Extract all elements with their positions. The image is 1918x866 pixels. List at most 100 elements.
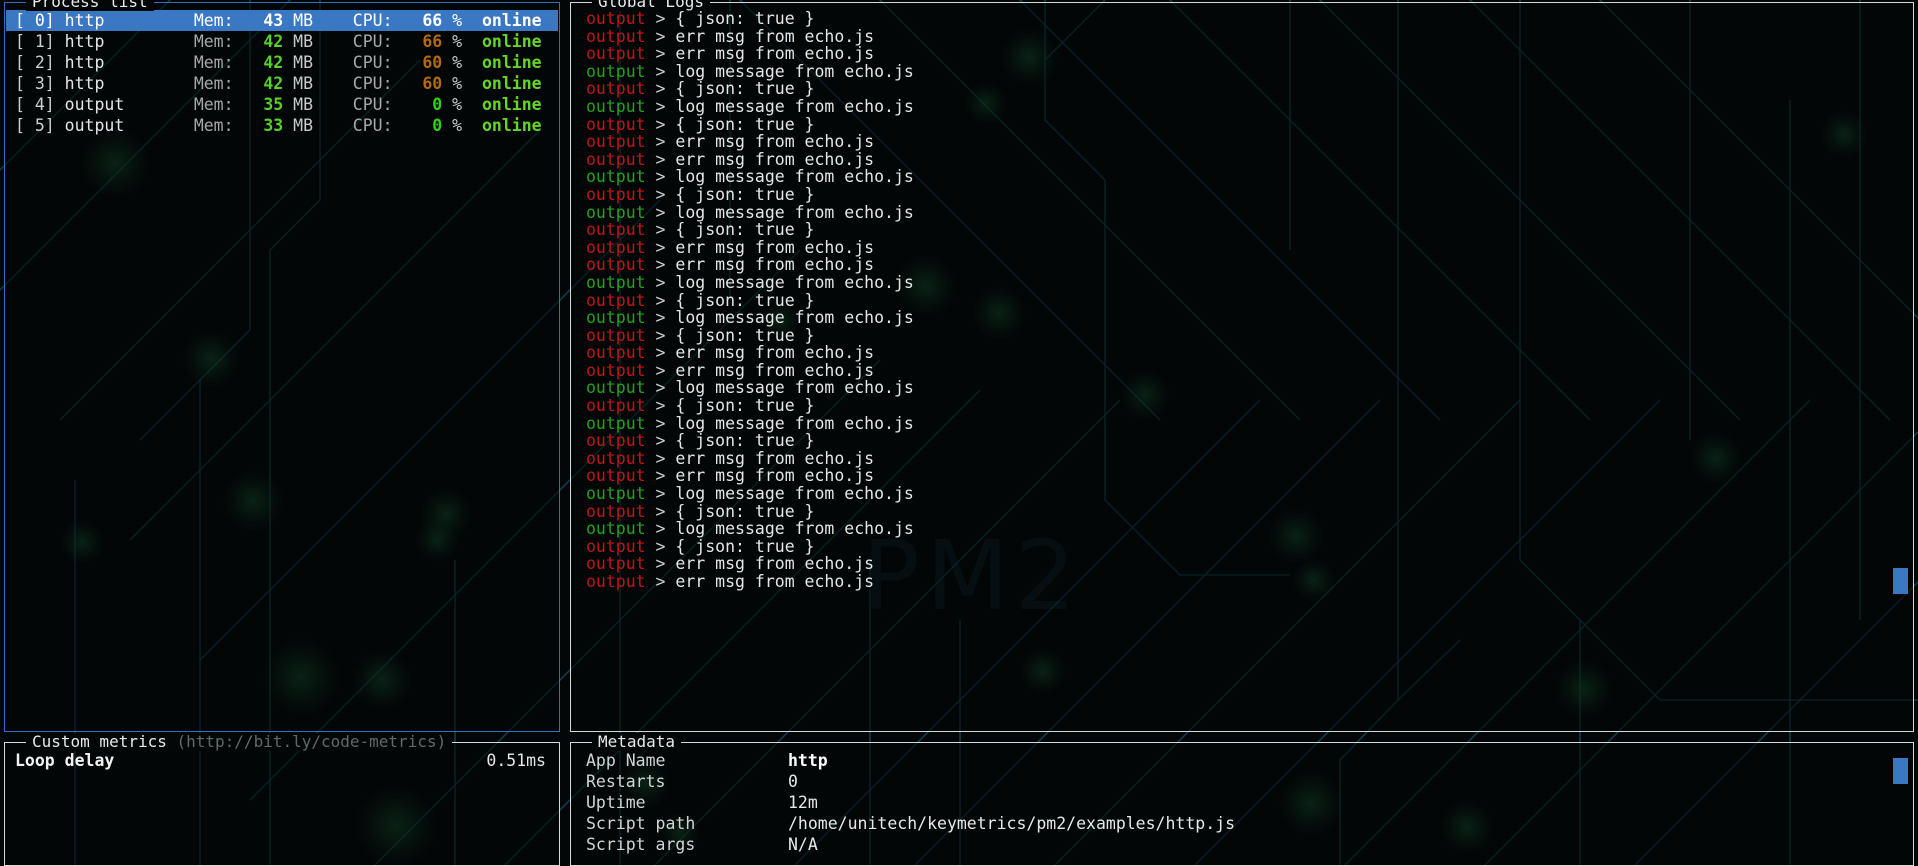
log-line-arrow: > (655, 360, 676, 380)
metadata-value: /home/unitech/keymetrics/pm2/examples/ht… (788, 814, 1236, 833)
log-line-message: err msg from echo.js (675, 343, 875, 363)
process-row-status: online (481, 11, 542, 30)
metadata-row-1: Restarts 0 (572, 771, 1912, 792)
process-row-2[interactable]: [ 2] http Mem: 42 MB CPU: 60 % online (6, 52, 558, 73)
global-logs-title-text: Global Logs (598, 0, 704, 11)
process-row-cpu-unit: % (442, 74, 482, 93)
metadata-value: 0 (788, 772, 798, 791)
process-row-mem-label: Mem: (193, 74, 254, 93)
log-line-message: log message from echo.js (675, 378, 914, 398)
global-logs-title: Global Logs (592, 0, 710, 11)
log-line-message: { json: true } (675, 114, 815, 134)
process-row-1[interactable]: [ 1] http Mem: 42 MB CPU: 66 % online (6, 31, 558, 52)
process-row-name: http (64, 74, 194, 93)
log-line-source: output (586, 132, 656, 152)
metadata-row-3: Script path/home/unitech/keymetrics/pm2/… (572, 813, 1912, 834)
metadata-key: Uptime (586, 793, 646, 812)
process-list-body[interactable]: [ 0] http Mem: 43 MB CPU: 66 % online[ 1… (6, 10, 558, 730)
process-row-0[interactable]: [ 0] http Mem: 43 MB CPU: 66 % online (6, 10, 558, 31)
process-row-mem-value: 35 (253, 95, 284, 114)
log-line-source: output (586, 290, 656, 310)
custom-metrics-title-link[interactable]: (http://bit.ly/code-metrics) (177, 732, 447, 751)
log-line-arrow: > (655, 202, 676, 222)
process-row-index: [ 1] (15, 32, 65, 51)
log-line-arrow: > (655, 220, 676, 240)
process-row-mem-unit: MB (283, 32, 353, 51)
log-line-message: log message from echo.js (675, 484, 914, 504)
log-line-source: output (586, 360, 656, 380)
process-row-4[interactable]: [ 4] output Mem: 35 MB CPU: 0 % online (6, 94, 558, 115)
process-row-mem-value: 33 (253, 116, 284, 135)
log-line-source: output (586, 44, 656, 64)
process-row-cpu-value: 0 (412, 116, 443, 135)
log-line-source: output (586, 519, 656, 539)
metadata-title-text: Metadata (598, 732, 676, 751)
log-line-arrow: > (655, 484, 676, 504)
log-line-32: output > err msg from echo.js (572, 573, 1912, 591)
log-line-15: output > log message from echo.js (572, 274, 1912, 292)
global-logs-panel[interactable]: Global Logs output > { json: true } outpu… (570, 0, 1914, 732)
process-row-cpu-value: 66 (412, 32, 443, 51)
metadata-key: Script args (586, 835, 696, 854)
process-row-mem-unit: MB (283, 11, 353, 30)
process-row-cpu-unit: % (442, 32, 482, 51)
metadata-key: Restarts (586, 772, 666, 791)
process-row-cpu-value: 0 (412, 95, 443, 114)
metadata-rows-container: App Name http Restarts 0 Uptime 12m Script pat… (572, 750, 1912, 855)
metadata-value: N/A (788, 835, 818, 854)
process-list-panel[interactable]: Process list [ 0] http Mem: 43 MB CPU: 6… (4, 0, 560, 732)
log-line-source: output (586, 343, 656, 363)
process-row-mem-label: Mem: (193, 53, 254, 72)
process-rows-container[interactable]: [ 0] http Mem: 43 MB CPU: 66 % online[ 1… (6, 10, 558, 136)
process-row-cpu-label: CPU: (352, 53, 413, 72)
process-row-cpu-label: CPU: (352, 116, 413, 135)
metadata-value: 12m (788, 793, 818, 812)
process-row-name: http (64, 32, 194, 51)
log-line-source: output (586, 448, 656, 468)
process-row-name: output (64, 116, 194, 135)
process-row-mem-unit: MB (283, 95, 353, 114)
metadata-body[interactable]: App Name http Restarts 0 Uptime 12m Script pat… (572, 750, 1912, 864)
log-line-source: output (586, 572, 656, 591)
log-line-30: output > { json: true } (572, 538, 1912, 556)
global-logs-scrollbar-thumb[interactable] (1893, 568, 1908, 594)
log-line-source: output (586, 484, 656, 504)
log-line-17: output > log message from echo.js (572, 309, 1912, 327)
log-line-12: output > { json: true } (572, 221, 1912, 239)
custom-metrics-panel[interactable]: Custom metrics (http://bit.ly/code-metri… (4, 733, 560, 866)
process-row-name: output (64, 95, 194, 114)
log-line-message: { json: true } (675, 501, 815, 521)
log-line-source: output (586, 466, 656, 486)
log-line-source: output (586, 378, 656, 398)
log-line-arrow: > (655, 572, 676, 591)
process-row-3[interactable]: [ 3] http Mem: 42 MB CPU: 60 % online (6, 73, 558, 94)
metadata-scrollbar-thumb[interactable] (1893, 758, 1908, 784)
metadata-panel[interactable]: Metadata App Name http Restarts 0 Uptime 12m S… (570, 733, 1914, 866)
log-line-source: output (586, 79, 656, 99)
metadata-value: http (788, 751, 828, 770)
log-line-24: output > { json: true } (572, 432, 1912, 450)
log-line-message: { json: true } (675, 536, 815, 556)
log-line-arrow: > (655, 396, 676, 416)
log-line-source: output (586, 431, 656, 451)
log-line-10: output > { json: true } (572, 186, 1912, 204)
global-logs-body[interactable]: output > { json: true } output > err msg … (572, 10, 1912, 730)
custom-metrics-body: Loop delay 0.51ms (6, 750, 558, 864)
log-line-source: output (586, 202, 656, 222)
process-row-mem-value: 42 (253, 53, 284, 72)
process-row-cpu-unit: % (442, 53, 482, 72)
log-line-message: log message from echo.js (675, 61, 914, 81)
log-line-source: output (586, 61, 656, 81)
log-rows-container[interactable]: output > { json: true } output > err msg … (572, 10, 1912, 591)
process-row-index: [ 3] (15, 74, 65, 93)
log-line-arrow: > (655, 413, 676, 433)
process-row-status: online (481, 74, 542, 93)
process-row-cpu-label: CPU: (352, 95, 413, 114)
log-line-message: log message from echo.js (675, 167, 914, 187)
log-line-message: err msg from echo.js (675, 26, 875, 46)
log-line-0: output > { json: true } (572, 10, 1912, 28)
log-line-20: output > err msg from echo.js (572, 362, 1912, 380)
metadata-title: Metadata (592, 732, 682, 751)
process-row-5[interactable]: [ 5] output Mem: 33 MB CPU: 0 % online (6, 115, 558, 136)
log-line-source: output (586, 167, 656, 187)
